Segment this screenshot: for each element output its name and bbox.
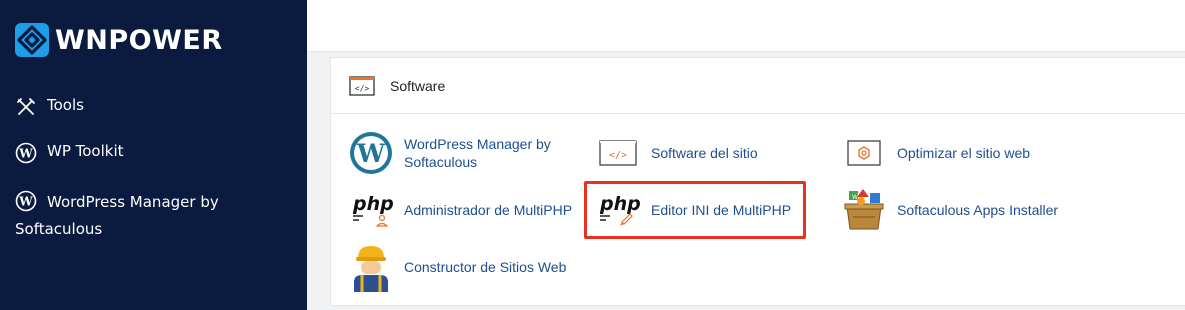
wordpress-icon: W xyxy=(15,142,37,164)
sidebar-item-wordpress-manager[interactable]: W WordPress Manager by xyxy=(15,187,275,217)
softaculous-installer-link[interactable]: W Softaculous Apps Installer xyxy=(841,187,1058,233)
svg-text:W: W xyxy=(356,139,386,168)
softaculous-icon: W xyxy=(841,187,887,233)
top-bar xyxy=(307,0,1185,52)
svg-text:W: W xyxy=(852,194,858,201)
php-manager-icon: php xyxy=(348,187,394,233)
svg-text:W: W xyxy=(18,195,33,209)
optimizar-sitio-link[interactable]: Optimizar el sitio web xyxy=(841,130,1030,176)
wordpress-logo-icon: W xyxy=(348,130,394,176)
item-label: Editor INI de MultiPHP xyxy=(651,202,792,218)
item-label: Constructor de Sitios Web xyxy=(404,259,567,275)
item-label: Administrador de MultiPHP xyxy=(404,202,573,218)
optimize-icon xyxy=(841,130,887,176)
sidebar-item-tools[interactable]: Tools xyxy=(15,96,84,118)
site-builder-worker-icon xyxy=(348,244,394,292)
panel-title: Software xyxy=(390,77,446,94)
wnpower-logo-icon xyxy=(15,23,49,57)
panel-header: </> Software xyxy=(331,58,1185,114)
brand-name: WNPOWER xyxy=(55,24,223,56)
code-icon: </> xyxy=(595,130,641,176)
svg-text:</>: </> xyxy=(355,84,370,93)
sidebar-item-label: Tools xyxy=(47,96,84,114)
sidebar-item-label: WP Toolkit xyxy=(47,142,124,160)
php-ini-editor-icon: php xyxy=(595,187,641,233)
item-label: Optimizar el sitio web xyxy=(897,145,1031,161)
tools-icon xyxy=(15,96,37,118)
brand-logo[interactable]: WNPOWER xyxy=(15,22,223,58)
svg-text:php: php xyxy=(599,193,640,215)
software-del-sitio-link[interactable]: </> Software del sitio xyxy=(595,130,758,176)
sidebar-item-wp-toolkit[interactable]: W WP Toolkit xyxy=(15,142,124,164)
site-builder-link[interactable]: Constructor de Sitios Web xyxy=(348,244,567,292)
wordpress-icon: W xyxy=(15,190,37,212)
item-label: WordPress Manager by Softaculous xyxy=(404,136,551,170)
item-label: Softaculous Apps Installer xyxy=(897,202,1059,218)
sidebar-item-label: WordPress Manager by xyxy=(47,193,219,211)
sidebar-item-label-line2[interactable]: Softaculous xyxy=(15,217,102,241)
sidebar: WNPOWER Tools W WP Toolkit W WordPress M… xyxy=(0,0,307,310)
multiphp-manager-link[interactable]: php Administrador de MultiPHP xyxy=(348,187,572,233)
wordpress-manager-link[interactable]: W WordPress Manager by Softaculous xyxy=(348,130,574,176)
code-window-icon: </> xyxy=(349,75,375,97)
item-label: Software del sitio xyxy=(651,145,758,161)
svg-text:php: php xyxy=(352,193,393,215)
svg-text:W: W xyxy=(18,147,33,161)
multiphp-ini-editor-link[interactable]: php Editor INI de MultiPHP xyxy=(595,187,791,233)
svg-text:</>: </> xyxy=(609,150,627,161)
